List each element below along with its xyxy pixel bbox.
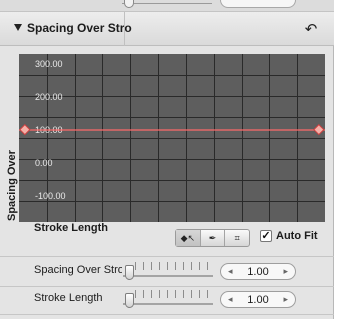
stroke-length-value-field[interactable]: ◂ 1.00 ▸ — [220, 291, 296, 308]
previous-slider-track — [122, 0, 212, 4]
slider-thumb[interactable] — [125, 265, 134, 280]
y-tick-label: 200.00 — [35, 92, 63, 102]
previous-slider-thumb[interactable] — [124, 0, 134, 8]
previous-value-field[interactable] — [220, 0, 296, 8]
spacing-slider[interactable] — [123, 261, 213, 283]
param-row-stroke-length: Stroke Length ◂ 1.00 ▸ — [0, 287, 334, 313]
y-tick-label: -100.00 — [35, 191, 66, 201]
autofit-control[interactable]: ✓ Auto Fit — [260, 230, 318, 242]
inspector-panel: Spacing Over Stro ↶ Spacing Over 300.00 2… — [0, 0, 334, 319]
slider-ticks — [135, 290, 213, 298]
autofit-checkbox[interactable]: ✓ — [260, 230, 272, 242]
pen-tool-icon[interactable]: ✒ — [201, 230, 226, 246]
previous-parameter-row — [0, 0, 334, 12]
header-divider — [124, 12, 125, 46]
section-header[interactable]: Spacing Over Stro ↶ — [0, 12, 334, 46]
curve-graph-svg[interactable]: 300.00200.00100.000.00-100.00 — [19, 54, 325, 222]
y-axis-title: Spacing Over — [6, 150, 18, 221]
row-divider — [0, 314, 334, 315]
y-tick-label: 0.00 — [35, 158, 53, 168]
value-text: 1.00 — [247, 293, 269, 306]
autofit-label: Auto Fit — [276, 230, 318, 242]
decrement-arrow-icon[interactable]: ◂ — [228, 266, 233, 277]
param-label: Spacing Over Stro — [34, 264, 122, 276]
slider-track — [123, 275, 213, 277]
reset-arrow-icon[interactable]: ↶ — [302, 20, 320, 38]
graph-tool-group: ◆↖ ✒ ⌗ — [175, 229, 250, 247]
curve-graph[interactable]: 300.00 200.00 100.00 0.00 -100.00 — [19, 54, 325, 222]
disclosure-triangle-icon[interactable] — [14, 24, 22, 31]
slider-ticks — [135, 262, 213, 270]
increment-arrow-icon[interactable]: ▸ — [283, 266, 288, 277]
decrement-arrow-icon[interactable]: ◂ — [228, 294, 233, 305]
add-keyframe-tool-icon[interactable]: ◆↖ — [176, 230, 201, 246]
spacing-value-field[interactable]: ◂ 1.00 ▸ — [220, 263, 296, 280]
row-divider — [0, 256, 334, 257]
increment-arrow-icon[interactable]: ▸ — [283, 294, 288, 305]
x-axis-title: Stroke Length — [34, 222, 108, 234]
stroke-length-slider[interactable] — [123, 289, 213, 311]
section-title: Spacing Over Stro — [27, 21, 132, 35]
zoom-to-fit-icon[interactable]: ⌗ — [225, 230, 249, 246]
param-label: Stroke Length — [34, 292, 103, 304]
slider-thumb[interactable] — [125, 293, 134, 308]
slider-track — [123, 303, 213, 305]
y-tick-label: 300.00 — [35, 59, 63, 69]
value-text: 1.00 — [247, 265, 269, 278]
param-row-spacing: Spacing Over Stro ◂ 1.00 ▸ — [0, 259, 334, 285]
